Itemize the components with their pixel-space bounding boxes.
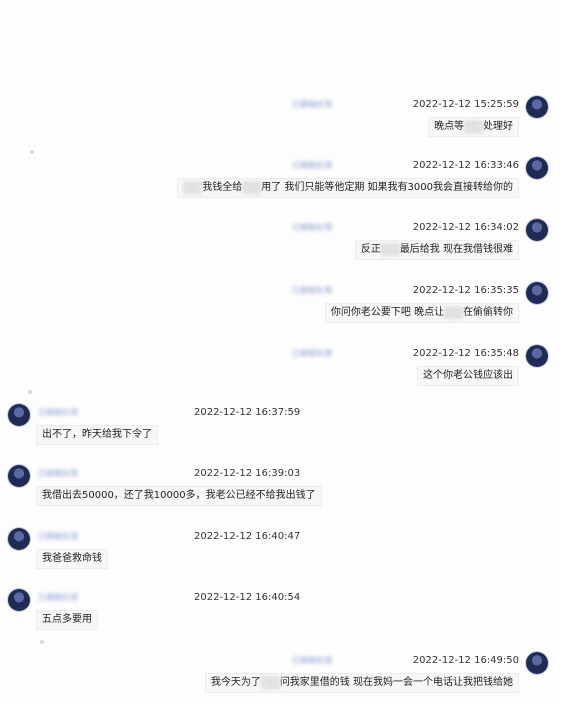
message-row: 已模糊处理 2022-12-12 15:25:59 晚点等▢▢处理好 xyxy=(0,96,562,137)
message-text: 我借出去50000，还了我10000多，我老公已经不给我出钱了 xyxy=(42,490,316,501)
sender-name-redacted: 已模糊处理 xyxy=(38,532,78,541)
message-timestamp: 2022-12-12 16:39:03 xyxy=(194,468,301,479)
message-bubble[interactable]: 我借出去50000，还了我10000多，我老公已经不给我出钱了 xyxy=(36,486,322,506)
avatar[interactable] xyxy=(526,219,548,241)
sender-name-redacted: 已模糊处理 xyxy=(292,349,332,358)
sender-name-redacted: 已模糊处理 xyxy=(292,100,332,109)
avatar[interactable] xyxy=(8,465,30,487)
message-bubble[interactable]: 你问你老公要下吧 晚点让▢▢在偷偷转你 xyxy=(324,303,519,323)
message-text: 出不了，昨天给我下令了 xyxy=(42,429,152,440)
message-timestamp: 2022-12-12 16:35:48 xyxy=(412,348,519,359)
message-bubble[interactable]: 我今天为了▢▢问我家里借的钱 现在我妈一会一个电话让我把钱给她 xyxy=(204,673,519,693)
redacted-text: ▢▢ xyxy=(464,120,483,134)
message-text: 这个你老公钱应该出 xyxy=(423,370,513,381)
message-row: 已模糊处理 2022-12-12 16:37:59 出不了，昨天给我下令了 xyxy=(0,404,562,445)
message-text: 五点多要用 xyxy=(42,614,92,625)
message-timestamp: 2022-12-12 16:49:50 xyxy=(412,655,519,666)
message-bubble[interactable]: 出不了，昨天给我下令了 xyxy=(36,425,158,445)
redacted-text: ▢▢ xyxy=(260,676,280,690)
avatar[interactable] xyxy=(8,589,30,611)
redacted-text: ▢▢ xyxy=(242,181,262,195)
message-row: 已模糊处理 2022-12-12 16:49:50 我今天为了▢▢问我家里借的钱 现… xyxy=(0,652,562,693)
avatar[interactable] xyxy=(526,652,548,674)
message-timestamp: 2022-12-12 16:35:35 xyxy=(412,285,519,296)
message-bubble[interactable]: 这个你老公钱应该出 xyxy=(417,366,519,386)
chat-log: 已模糊处理 2022-12-12 15:25:59 晚点等▢▢处理好 已模糊处理 202… xyxy=(0,0,562,702)
message-timestamp: 2022-12-12 16:33:46 xyxy=(412,160,519,171)
avatar[interactable] xyxy=(526,157,548,179)
message-timestamp: 2022-12-12 15:25:59 xyxy=(412,99,519,110)
message-text: 最后给我 现在我借钱很难 xyxy=(399,244,513,255)
scan-speck xyxy=(28,390,32,394)
sender-name-redacted: 已模糊处理 xyxy=(292,656,332,665)
message-text: 我爸爸救命钱 xyxy=(42,553,102,564)
sender-name-redacted: 已模糊处理 xyxy=(292,223,332,232)
avatar[interactable] xyxy=(526,282,548,304)
message-timestamp: 2022-12-12 16:40:47 xyxy=(194,531,301,542)
message-bubble[interactable]: ▢▢我钱全给▢▢用了 我们只能等他定期 如果我有3000我会直接转给你的 xyxy=(177,178,519,198)
sender-name-redacted: 已模糊处理 xyxy=(292,286,332,295)
message-timestamp: 2022-12-12 16:40:54 xyxy=(194,592,301,603)
scan-speck xyxy=(40,640,44,644)
message-timestamp: 2022-12-12 16:34:02 xyxy=(412,222,519,233)
message-text: 你问你老公要下吧 晚点让 xyxy=(330,307,445,318)
message-text: 在偷偷转你 xyxy=(463,307,513,318)
message-bubble[interactable]: 反正▢▢最后给我 现在我借钱很难 xyxy=(354,240,519,260)
scan-speck xyxy=(30,150,34,154)
message-text: 我今天为了 xyxy=(210,677,261,688)
redacted-text: ▢▢ xyxy=(183,181,203,195)
message-bubble[interactable]: 晚点等▢▢处理好 xyxy=(428,117,519,137)
message-row: 已模糊处理 2022-12-12 16:39:03 我借出去50000，还了我100… xyxy=(0,465,562,506)
avatar[interactable] xyxy=(8,528,30,550)
message-text: 反正 xyxy=(360,244,381,255)
message-row: 已模糊处理 2022-12-12 16:34:02 反正▢▢最后给我 现在我借钱很难 xyxy=(0,219,562,260)
avatar[interactable] xyxy=(526,96,548,118)
message-row: 已模糊处理 2022-12-12 16:40:47 我爸爸救命钱 xyxy=(0,528,562,569)
sender-name-redacted: 已模糊处理 xyxy=(38,593,78,602)
redacted-text: ▢▢ xyxy=(444,306,463,320)
redacted-text: ▢▢ xyxy=(380,243,400,257)
message-text: 处理好 xyxy=(483,121,513,132)
message-bubble[interactable]: 五点多要用 xyxy=(36,610,98,630)
message-text: 晚点等 xyxy=(434,121,465,132)
message-text: 问我家里借的钱 现在我妈一会一个电话让我把钱给她 xyxy=(279,677,513,688)
avatar[interactable] xyxy=(8,404,30,426)
message-row: 已模糊处理 2022-12-12 16:40:54 五点多要用 xyxy=(0,589,562,630)
message-text: 用了 我们只能等他定期 如果我有3000我会直接转给你的 xyxy=(261,182,513,193)
sender-name-redacted: 已模糊处理 xyxy=(38,469,78,478)
message-row: 已模糊处理 2022-12-12 16:35:48 这个你老公钱应该出 xyxy=(0,345,562,386)
message-bubble[interactable]: 我爸爸救命钱 xyxy=(36,549,108,569)
message-timestamp: 2022-12-12 16:37:59 xyxy=(194,407,301,418)
message-row: 已模糊处理 2022-12-12 16:33:46 ▢▢我钱全给▢▢用了 我们只能等… xyxy=(0,157,562,198)
message-text: 我钱全给 xyxy=(202,182,243,193)
message-row: 已模糊处理 2022-12-12 16:35:35 你问你老公要下吧 晚点让▢▢在偷… xyxy=(0,282,562,323)
avatar[interactable] xyxy=(526,345,548,367)
sender-name-redacted: 已模糊处理 xyxy=(38,408,78,417)
sender-name-redacted: 已模糊处理 xyxy=(292,161,332,170)
